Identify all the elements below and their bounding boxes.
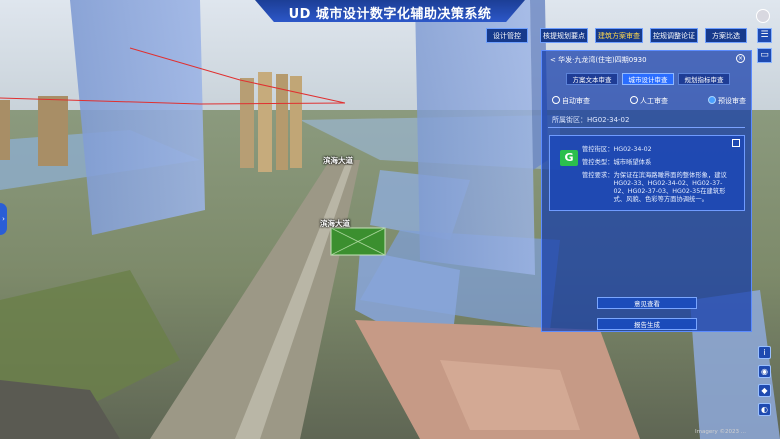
nav-scheme-compare[interactable]: 方案比选 — [705, 28, 747, 43]
divider — [548, 127, 745, 128]
info-icon[interactable]: i — [758, 346, 771, 359]
radio-preset-review[interactable]: 预设审查 — [708, 96, 746, 106]
tab-scheme-text[interactable]: 方案文本审查 — [566, 73, 618, 85]
card-row-key: 管控街区： — [582, 146, 614, 153]
card-row: 管控要求：为保证在滨海路瞰界面的整体形象，建议HG02-33、HG02-34-0… — [582, 172, 733, 204]
card-row: 管控类型：城市晰望体系 — [582, 159, 733, 167]
radio-label: 自动审查 — [562, 97, 590, 105]
control-card: G 管控街区：HG02-34-02 管控类型：城市晰望体系 管控要求：为保证在滨… — [549, 135, 745, 211]
tab-urban-design[interactable]: 城市设计审查 — [622, 73, 674, 85]
tab-planning-index[interactable]: 规划指标审查 — [678, 73, 730, 85]
camera-icon[interactable]: ◉ — [758, 365, 771, 378]
opinion-view-button[interactable]: 意见查看 — [597, 297, 697, 309]
district-field: 所属街区：HG02-34-02 — [552, 115, 629, 125]
left-panel-toggle[interactable]: › — [0, 203, 7, 235]
view-mode-icon[interactable]: ◐ — [758, 403, 771, 416]
breadcrumb[interactable]: < 华发·九龙湾(住宅)四期0930 — [550, 55, 647, 65]
nav-regulatory-adjust[interactable]: 控规调整论证 — [650, 28, 698, 43]
review-panel: < 华发·九龙湾(住宅)四期0930 × 方案文本审查 城市设计审查 规划指标审… — [541, 50, 752, 332]
map-attribution: Imagery ©2023 ... — [695, 429, 746, 435]
card-row-key: 管控要求： — [582, 172, 614, 179]
nav-planning-points[interactable]: 核提规划要点 — [540, 28, 588, 43]
district-label: 所属街区： — [552, 116, 587, 124]
list-icon[interactable]: ☰ — [757, 28, 772, 43]
radio-circle-icon — [630, 96, 638, 104]
card-row-value: 城市晰望体系 — [613, 159, 652, 166]
nav-building-review[interactable]: 建筑方案审查 — [595, 28, 643, 43]
card-row-value: HG02-34-02 — [613, 146, 652, 153]
layers-icon[interactable]: ▭ — [757, 48, 772, 63]
road-label: 滨海大道 — [323, 156, 353, 165]
radio-label: 预设审查 — [718, 97, 746, 105]
radio-selected-icon — [708, 96, 716, 104]
close-icon[interactable]: × — [736, 54, 745, 63]
card-row-value: 为保证在滨海路瞰界面的整体形象，建议HG02-33、HG02-34-02、HG0… — [613, 172, 727, 203]
radio-circle-icon — [552, 96, 560, 104]
district-value: HG02-34-02 — [587, 116, 630, 124]
card-row: 管控街区：HG02-34-02 — [582, 146, 733, 154]
radio-label: 人工审查 — [640, 97, 668, 105]
radio-auto-review[interactable]: 自动审查 — [552, 96, 590, 106]
card-row-key: 管控类型： — [582, 159, 614, 166]
user-avatar[interactable] — [756, 9, 770, 23]
road-label: 滨海大道 — [320, 219, 350, 228]
radio-manual-review[interactable]: 人工审查 — [630, 96, 668, 106]
guide-logo-icon: G — [560, 150, 578, 166]
compass-icon[interactable]: ◆ — [758, 384, 771, 397]
app-title-bar: UD 城市设计数字化辅助决策系统 — [255, 0, 525, 24]
report-generate-button[interactable]: 报告生成 — [597, 318, 697, 330]
nav-design-control[interactable]: 设计管控 — [486, 28, 528, 43]
app-title: UD 城市设计数字化辅助决策系统 — [288, 7, 492, 22]
